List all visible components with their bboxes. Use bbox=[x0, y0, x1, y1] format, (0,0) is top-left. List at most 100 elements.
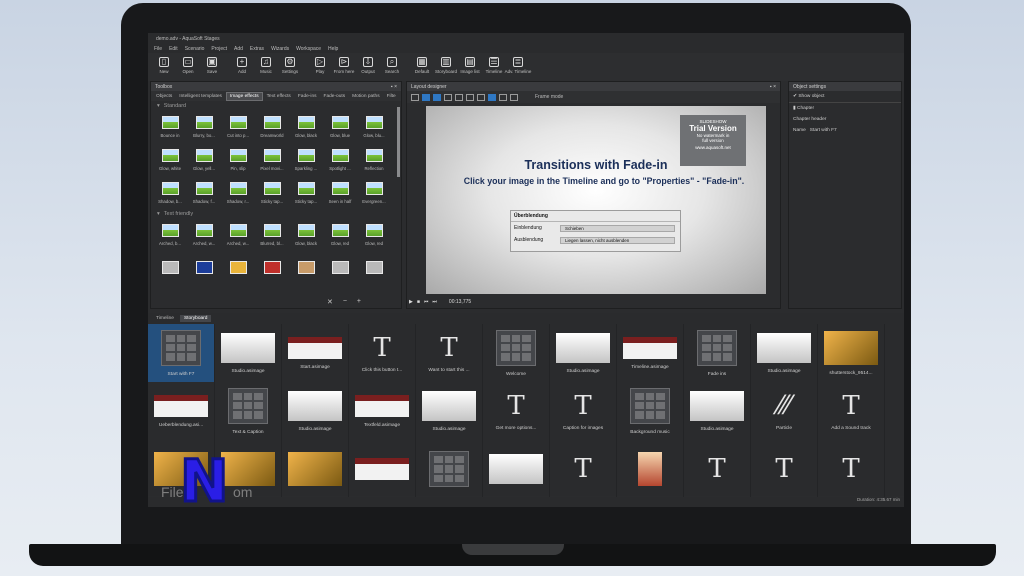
output-button[interactable]: ⇩ Output bbox=[356, 57, 380, 74]
effect-item[interactable]: Glow, white bbox=[153, 143, 187, 176]
tool-icon[interactable] bbox=[499, 93, 507, 101]
effect-item[interactable]: Dreamworld bbox=[255, 110, 289, 143]
storyboard-clip[interactable]: T Click this button t... bbox=[349, 324, 416, 382]
tool-icon[interactable] bbox=[477, 93, 485, 101]
toolbox-tab[interactable]: Text effects bbox=[264, 93, 294, 100]
next-icon[interactable]: ⏭ bbox=[432, 299, 437, 305]
storyboard-clip[interactable]: Timeline.asimage bbox=[617, 324, 684, 382]
storyboard-clip[interactable] bbox=[282, 440, 349, 498]
effect-item[interactable]: Glow, yell... bbox=[187, 143, 221, 176]
zoom-select[interactable]: Frame mode bbox=[535, 94, 563, 100]
minus-icon[interactable]: − bbox=[343, 298, 347, 306]
settings-button[interactable]: ⚙ Settings bbox=[278, 57, 302, 74]
save-button[interactable]: ▣ Save bbox=[200, 57, 224, 74]
timeline-tab[interactable]: Storyboard bbox=[179, 314, 212, 322]
effect-item[interactable] bbox=[187, 251, 221, 284]
effect-item[interactable]: Cut into p... bbox=[221, 110, 255, 143]
toolbox-scrollbar[interactable] bbox=[396, 101, 401, 291]
effect-item[interactable] bbox=[357, 251, 391, 284]
storyboard-clip[interactable] bbox=[483, 440, 550, 498]
toolbox-section-header[interactable]: ▾ Standard bbox=[151, 101, 401, 110]
effect-item[interactable]: Shadow, b... bbox=[153, 176, 187, 209]
storyboard-clip[interactable]: Start with F7 bbox=[148, 324, 215, 382]
effect-item[interactable] bbox=[255, 251, 289, 284]
effect-item[interactable]: Glow, red bbox=[357, 218, 391, 251]
storyboard-clip[interactable]: Text & Caption bbox=[215, 382, 282, 440]
panel-close-icon[interactable]: ▪ × bbox=[391, 84, 397, 90]
music-button[interactable]: ♫ Music bbox=[254, 57, 278, 74]
effect-item[interactable]: Spotlight ... bbox=[323, 143, 357, 176]
menu-item[interactable]: Project bbox=[211, 46, 227, 52]
tool-icon[interactable] bbox=[455, 93, 463, 101]
menu-item[interactable]: Scenario bbox=[185, 46, 205, 52]
from-here-button[interactable]: ⊳ From here bbox=[332, 57, 356, 74]
storyboard-clip[interactable]: Studio.asimage bbox=[282, 382, 349, 440]
effect-item[interactable]: Glow, blue bbox=[323, 110, 357, 143]
storyboard-clip[interactable]: Welcome bbox=[483, 324, 550, 382]
add-button[interactable]: + Add bbox=[230, 57, 254, 74]
fade-in-select[interactable]: Schieben bbox=[560, 224, 675, 232]
menu-item[interactable]: Wizards bbox=[271, 46, 289, 52]
play-icon[interactable]: ▶ bbox=[409, 299, 413, 305]
effect-item[interactable]: Pin, slip bbox=[221, 143, 255, 176]
effect-item[interactable]: Sticky tap... bbox=[289, 176, 323, 209]
tool-icon[interactable] bbox=[411, 93, 419, 101]
storyboard-clip[interactable]: Studio.asimage bbox=[684, 382, 751, 440]
fade-out-select[interactable]: Liegen lassen, nicht ausblenden bbox=[560, 236, 675, 244]
tool-icon[interactable] bbox=[488, 93, 496, 101]
toolbox-tab[interactable]: Fade-ins bbox=[295, 93, 320, 100]
chapter-item[interactable]: ▮ Chapter bbox=[789, 102, 901, 114]
storyboard-clip[interactable]: T bbox=[818, 440, 885, 498]
storyboard-clip[interactable]: T bbox=[550, 440, 617, 498]
menu-item[interactable]: Extras bbox=[250, 46, 264, 52]
effect-item[interactable]: Blurred, bl... bbox=[255, 218, 289, 251]
storyboard-clip[interactable]: T Want to start this ... bbox=[416, 324, 483, 382]
toolbox-tab[interactable]: Motion paths bbox=[349, 93, 382, 100]
open-button[interactable]: ▭ Open bbox=[176, 57, 200, 74]
search-button[interactable]: ⌕ Search bbox=[380, 57, 404, 74]
storyboard-clip[interactable] bbox=[416, 440, 483, 498]
play-button[interactable]: ▷ Play bbox=[308, 57, 332, 74]
toolbox-tab[interactable]: Objects bbox=[153, 93, 175, 100]
storyboard-clip[interactable]: Studio.asimage bbox=[215, 324, 282, 382]
menu-item[interactable]: Workspace bbox=[296, 46, 321, 52]
storyboard-clip[interactable]: Background music bbox=[617, 382, 684, 440]
effect-item[interactable] bbox=[221, 251, 255, 284]
effect-item[interactable]: Pixel movi... bbox=[255, 143, 289, 176]
storyboard-button[interactable]: ▥ Storyboard bbox=[434, 57, 458, 74]
storyboard-clip[interactable] bbox=[617, 440, 684, 498]
menu-item[interactable]: Add bbox=[234, 46, 243, 52]
storyboard-clip[interactable]: Studio.asimage bbox=[550, 324, 617, 382]
toolbox-tab[interactable]: Intelligent templates bbox=[176, 93, 225, 100]
show-object-checkbox[interactable]: ✔ Show object bbox=[789, 91, 901, 102]
effect-item[interactable]: Glow, red bbox=[323, 218, 357, 251]
new-button[interactable]: ▯ New bbox=[152, 57, 176, 74]
storyboard-clip[interactable] bbox=[349, 440, 416, 498]
adv-timeline-button[interactable]: ≣ Adv. Timeline bbox=[505, 57, 531, 74]
effect-item[interactable] bbox=[323, 251, 357, 284]
storyboard-clip[interactable]: Studio.asimage bbox=[416, 382, 483, 440]
storyboard-clip[interactable]: T bbox=[751, 440, 818, 498]
default-button[interactable]: ▦ Default bbox=[410, 57, 434, 74]
panel-close-icon[interactable]: ▪ × bbox=[770, 84, 776, 90]
storyboard-clip[interactable]: ⁄⁄⁄ Particle bbox=[751, 382, 818, 440]
timeline-tab[interactable]: Timeline bbox=[152, 315, 178, 322]
toolbox-tab[interactable]: Image effects bbox=[225, 91, 263, 101]
effect-item[interactable] bbox=[289, 251, 323, 284]
storyboard-clip[interactable]: Textfeld.asimage bbox=[349, 382, 416, 440]
menu-item[interactable]: Help bbox=[328, 46, 338, 52]
effect-item[interactable]: Glow, blu... bbox=[357, 110, 391, 143]
effect-item[interactable]: Arched, w... bbox=[221, 218, 255, 251]
effect-item[interactable]: Sticky tap... bbox=[255, 176, 289, 209]
storyboard-clip[interactable]: Fade ins bbox=[684, 324, 751, 382]
tool-icon[interactable] bbox=[422, 93, 430, 101]
effect-item[interactable]: Blurry, bo... bbox=[187, 110, 221, 143]
toolbox-section-header[interactable]: ▾ Text friendly bbox=[151, 209, 401, 218]
toolbox-tab[interactable]: Fade-outs bbox=[321, 93, 349, 100]
effect-item[interactable]: Glow, black bbox=[289, 110, 323, 143]
stop-icon[interactable]: ■ bbox=[417, 299, 420, 305]
tool-icon[interactable] bbox=[444, 93, 452, 101]
effect-item[interactable]: Glow, black bbox=[289, 218, 323, 251]
effect-item[interactable]: Arched, w... bbox=[187, 218, 221, 251]
storyboard-clip[interactable]: T Get more options... bbox=[483, 382, 550, 440]
